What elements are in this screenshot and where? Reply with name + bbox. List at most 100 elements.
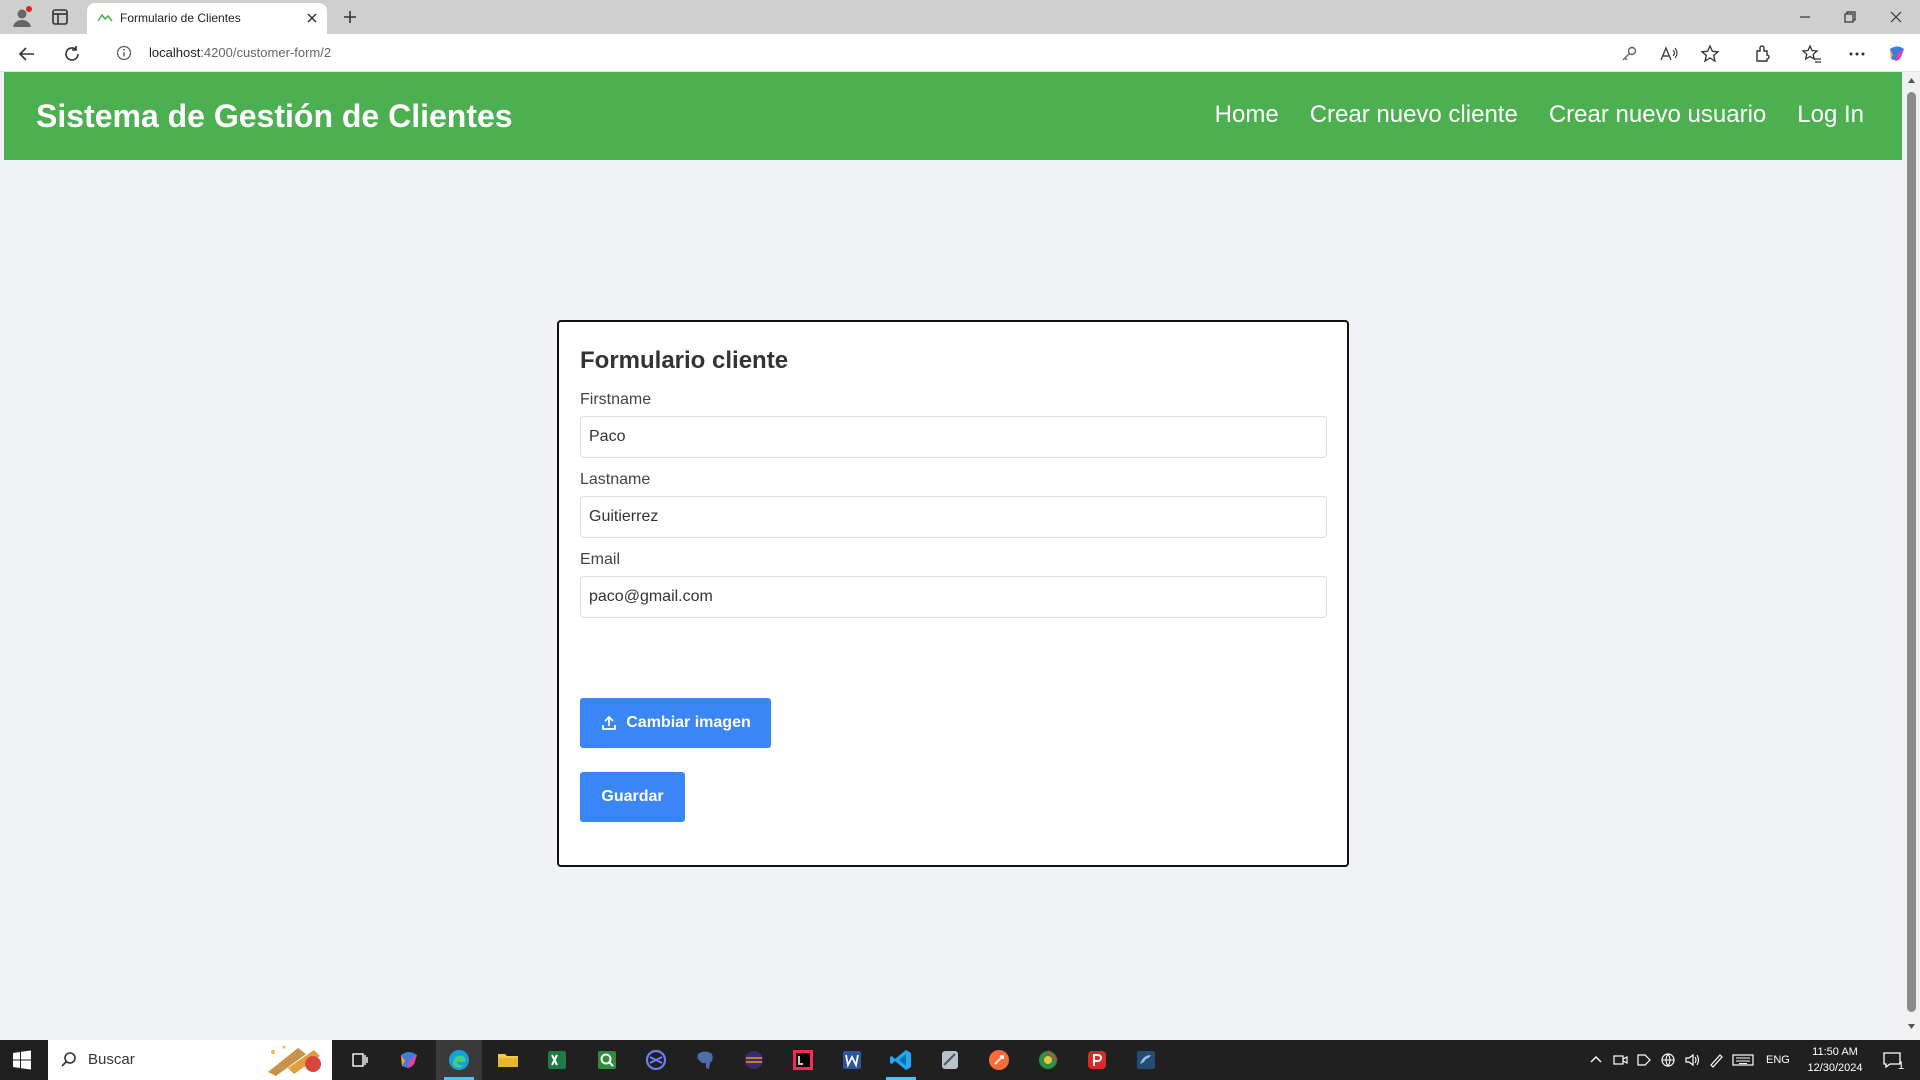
scroll-down-icon[interactable] — [1907, 1022, 1916, 1031]
taskbar-word[interactable] — [829, 1040, 875, 1080]
favorite-star-icon[interactable] — [1699, 43, 1721, 65]
taskbar-mysql-workbench[interactable] — [1123, 1040, 1169, 1080]
url-path: :4200/customer-form/2 — [200, 45, 332, 60]
taskbar-app-red[interactable] — [1074, 1040, 1120, 1080]
close-tab-icon[interactable] — [305, 11, 319, 25]
back-icon[interactable] — [16, 43, 38, 65]
form-title: Formulario cliente — [580, 347, 789, 374]
intellij-icon — [793, 1050, 813, 1070]
firstname-input[interactable] — [580, 416, 1327, 458]
nav-link-new-customer[interactable]: Crear nuevo cliente — [1310, 101, 1518, 129]
taskbar-search-box[interactable]: Buscar — [48, 1040, 332, 1080]
taskbar-vscode[interactable] — [878, 1040, 924, 1080]
keyboard-icon[interactable] — [1731, 1051, 1755, 1069]
email-input[interactable] — [580, 576, 1327, 618]
more-options-icon[interactable] — [1846, 43, 1868, 65]
nav-link-login[interactable]: Log In — [1797, 101, 1864, 129]
active-tab[interactable]: Formulario de Clientes — [87, 3, 327, 34]
clock-time: 11:50 AM — [1812, 1046, 1858, 1058]
copilot-icon[interactable] — [1886, 43, 1908, 65]
clock-date: 12/30/2024 — [1807, 1062, 1863, 1074]
nav-links: Home Crear nuevo cliente Crear nuevo usu… — [1215, 101, 1864, 129]
task-view-icon — [352, 1053, 368, 1067]
red-p-app-icon — [1088, 1051, 1106, 1069]
page-viewport: Sistema de Gestión de Clientes Home Crea… — [4, 72, 1902, 1037]
green-app-icon — [1039, 1050, 1058, 1069]
profile-icon[interactable] — [10, 5, 34, 29]
taskbar-edge[interactable] — [436, 1040, 482, 1080]
qlik-icon — [598, 1051, 616, 1069]
elephant-icon — [697, 1051, 713, 1069]
close-window-icon[interactable] — [1885, 7, 1907, 27]
extensions-icon[interactable] — [1752, 43, 1774, 65]
taskbar-clock[interactable]: 11:50 AM 12/30/2024 — [1800, 1044, 1870, 1076]
nav-link-new-user[interactable]: Crear nuevo usuario — [1549, 101, 1766, 129]
system-tray: ENG — [1584, 1040, 1790, 1080]
search-placeholder: Buscar — [88, 1051, 135, 1068]
url-text: localhost:4200/customer-form/2 — [149, 45, 331, 60]
edge-icon — [449, 1050, 469, 1070]
reload-icon[interactable] — [61, 43, 83, 65]
excel-icon — [548, 1051, 566, 1069]
taskbar-task-view[interactable] — [337, 1040, 383, 1080]
favorites-icon[interactable] — [1801, 43, 1823, 65]
taskbar-excel[interactable] — [534, 1040, 580, 1080]
app-navbar: Sistema de Gestión de Clientes Home Crea… — [4, 72, 1902, 160]
browser-tab-strip: Formulario de Clientes — [0, 0, 1920, 34]
lastname-input[interactable] — [580, 496, 1327, 538]
tag-icon[interactable] — [1635, 1051, 1653, 1069]
vscode-icon — [890, 1050, 911, 1070]
chevron-up-icon[interactable] — [1587, 1051, 1605, 1069]
notification-center[interactable]: 1 — [1878, 1040, 1904, 1080]
taskbar-database-tool[interactable] — [927, 1040, 973, 1080]
new-tab-icon[interactable] — [340, 7, 360, 27]
nav-link-home[interactable]: Home — [1215, 101, 1279, 129]
tab-actions-icon[interactable] — [50, 7, 70, 27]
windows-start-icon[interactable] — [12, 1050, 32, 1070]
taskbar-postgres[interactable] — [682, 1040, 728, 1080]
minimize-icon[interactable] — [1794, 7, 1816, 27]
page-scrollbar[interactable] — [1903, 72, 1920, 1037]
language-indicator[interactable]: ENG — [1766, 1054, 1790, 1066]
taskbar-qlik[interactable] — [584, 1040, 630, 1080]
upload-icon — [602, 715, 617, 730]
taskbar-eclipse[interactable] — [731, 1040, 777, 1080]
dolphin-icon — [1137, 1051, 1155, 1069]
search-highlight-art-icon — [268, 1045, 321, 1076]
meet-now-icon[interactable] — [1611, 1051, 1629, 1069]
volume-icon[interactable] — [1683, 1051, 1701, 1069]
url-field[interactable]: localhost:4200/customer-form/2 — [104, 38, 1736, 68]
change-image-button[interactable]: Cambiar imagen — [580, 698, 771, 748]
site-info-icon[interactable] — [116, 45, 132, 61]
taskbar-app-blue[interactable] — [633, 1040, 679, 1080]
folder-icon — [498, 1054, 518, 1067]
taskbar-file-explorer[interactable] — [485, 1040, 531, 1080]
restore-icon[interactable] — [1839, 7, 1861, 27]
app-brand[interactable]: Sistema de Gestión de Clientes — [36, 98, 513, 135]
scrollbar-thumb[interactable] — [1907, 92, 1916, 1012]
network-app-icon — [645, 1049, 667, 1071]
word-icon — [843, 1051, 861, 1069]
postman-icon — [989, 1050, 1009, 1070]
email-label: Email — [580, 551, 621, 568]
lastname-label: Lastname — [580, 471, 651, 488]
read-aloud-icon[interactable] — [1658, 43, 1680, 65]
notification-count: 1 — [1898, 1060, 1905, 1072]
customer-form-card: Formulario cliente Firstname Lastname Em… — [557, 320, 1349, 867]
network-globe-icon[interactable] — [1659, 1051, 1677, 1069]
tab-title: Formulario de Clientes — [120, 11, 241, 25]
taskbar-copilot[interactable] — [386, 1040, 432, 1080]
eclipse-icon — [745, 1051, 763, 1069]
save-button[interactable]: Guardar — [580, 772, 685, 822]
database-icon — [942, 1051, 958, 1069]
taskbar-intellij[interactable] — [780, 1040, 826, 1080]
key-icon[interactable] — [1618, 43, 1640, 65]
search-icon — [61, 1052, 76, 1067]
change-image-label: Cambiar imagen — [626, 714, 751, 731]
address-toolbar: localhost:4200/customer-form/2 — [0, 34, 1920, 72]
windows-taskbar: Buscar ENG 11:50 AM 12/30/2024 1 — [0, 1040, 1920, 1080]
taskbar-postman[interactable] — [976, 1040, 1022, 1080]
pen-icon[interactable] — [1707, 1051, 1725, 1069]
taskbar-app-green[interactable] — [1025, 1040, 1071, 1080]
scroll-up-icon[interactable] — [1907, 76, 1916, 85]
